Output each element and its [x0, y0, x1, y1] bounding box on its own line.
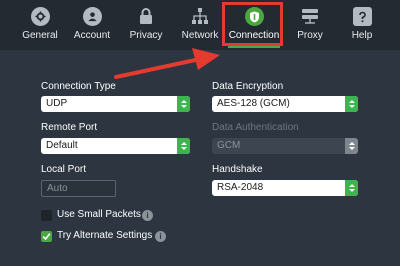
network-icon: [191, 7, 210, 26]
lock-icon: [137, 7, 156, 26]
person-icon: [82, 7, 102, 26]
handshake-select[interactable]: RSA-2048: [212, 180, 358, 196]
data-encryption-value: AES-128 (GCM): [217, 98, 290, 109]
local-port-input[interactable]: Auto: [41, 180, 116, 197]
tab-help[interactable]: Help: [348, 0, 376, 50]
remote-port-label: Remote Port: [41, 122, 98, 133]
annotation-arrow: [114, 48, 220, 79]
try-alternate-settings-label: Try Alternate Settings: [57, 230, 153, 241]
connection-type-stepper-icon: [177, 96, 190, 112]
connection-type-select[interactable]: UDP: [41, 96, 190, 112]
gear-icon: [30, 7, 50, 26]
connection-type-label: Connection Type: [41, 81, 116, 92]
highlight-annotation-box: [222, 2, 283, 46]
remote-port-value: Default: [46, 140, 78, 151]
connection-type-value: UDP: [46, 98, 68, 109]
checkmark-icon: [42, 233, 51, 241]
handshake-value: RSA-2048: [217, 182, 264, 193]
data-encryption-select[interactable]: AES-128 (GCM): [212, 96, 358, 112]
tab-account-label: Account: [73, 30, 111, 41]
use-small-packets-label: Use Small Packets: [57, 209, 141, 220]
remote-port-stepper-icon: [177, 138, 190, 154]
server-icon: [301, 7, 320, 26]
handshake-stepper-icon: [345, 180, 358, 196]
tab-network-label: Network: [181, 30, 219, 41]
remote-port-select[interactable]: Default: [41, 138, 190, 154]
tab-privacy-label: Privacy: [129, 30, 163, 41]
tab-proxy-label: Proxy: [297, 30, 323, 41]
try-alternate-settings-checkbox[interactable]: [41, 231, 52, 242]
tab-network[interactable]: Network: [180, 0, 220, 50]
tab-general[interactable]: General: [22, 0, 58, 50]
question-icon: [352, 7, 372, 26]
info-icon[interactable]: i: [155, 231, 166, 242]
use-small-packets-checkbox[interactable]: [41, 210, 52, 221]
info-icon[interactable]: i: [142, 210, 153, 221]
settings-toolbar: General Account Privacy Network Connecti…: [0, 0, 400, 50]
data-authentication-label: Data Authentication: [212, 122, 299, 133]
handshake-label: Handshake: [212, 164, 263, 175]
tab-general-label: General: [22, 30, 58, 41]
data-encryption-label: Data Encryption: [212, 81, 284, 92]
data-encryption-stepper-icon: [345, 96, 358, 112]
local-port-placeholder: Auto: [47, 183, 68, 194]
tab-help-label: Help: [351, 30, 373, 41]
local-port-label: Local Port: [41, 164, 87, 175]
tab-proxy[interactable]: Proxy: [294, 0, 326, 50]
data-authentication-value: GCM: [217, 140, 241, 151]
tab-privacy[interactable]: Privacy: [128, 0, 164, 50]
data-authentication-stepper-icon: [345, 138, 358, 154]
tab-account[interactable]: Account: [73, 0, 111, 50]
data-authentication-select: GCM: [212, 138, 358, 154]
